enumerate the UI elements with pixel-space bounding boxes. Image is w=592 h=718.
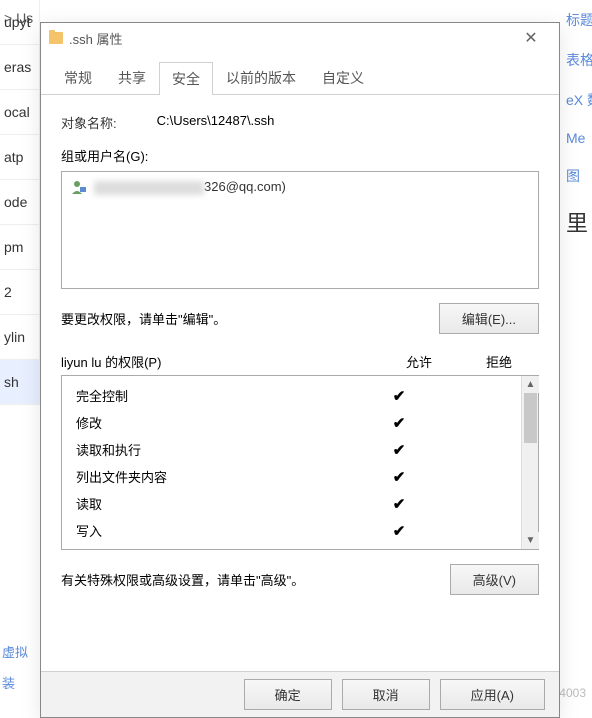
- dialog-title: .ssh 属性: [69, 29, 511, 48]
- permission-row: 修改: [70, 409, 513, 436]
- dialog-content: 对象名称: C:\Users\12487\.ssh 组或用户名(G): 326@…: [41, 95, 559, 613]
- permission-name: 读取: [70, 494, 361, 513]
- bg-right-item: 图: [564, 156, 592, 196]
- tab-安全[interactable]: 安全: [159, 62, 213, 95]
- permission-allow: [361, 387, 437, 405]
- permission-name: 读取和执行: [70, 440, 361, 459]
- user-icon: [70, 178, 88, 196]
- titlebar: .ssh 属性 ✕: [41, 23, 559, 53]
- edit-button[interactable]: 编辑(E)...: [439, 303, 539, 334]
- scroll-up-arrow[interactable]: ▲: [522, 376, 539, 393]
- permission-row: 写入: [70, 517, 513, 544]
- ok-button[interactable]: 确定: [244, 679, 332, 710]
- user-name: 326@qq.com): [94, 179, 286, 195]
- permission-name: 完全控制: [70, 386, 361, 405]
- bg-left-item: pm: [0, 225, 39, 270]
- permissions-list: 完全控制修改读取和执行列出文件夹内容读取写入 ▲ ▼: [61, 375, 539, 550]
- tab-共享[interactable]: 共享: [105, 61, 159, 94]
- advanced-hint: 有关特殊权限或高级设置，请单击"高级"。: [61, 570, 304, 589]
- permission-allow: [361, 414, 437, 432]
- bg-left-item: 2: [0, 270, 39, 315]
- permission-row: 读取和执行: [70, 436, 513, 463]
- permission-name: 写入: [70, 521, 361, 540]
- properties-dialog: .ssh 属性 ✕ 常规共享安全以前的版本自定义 对象名称: C:\Users\…: [40, 22, 560, 718]
- bg-right-item: 标题: [564, 0, 592, 40]
- permission-row: 读取: [70, 490, 513, 517]
- group-users-list[interactable]: 326@qq.com): [61, 171, 539, 289]
- permission-name: 修改: [70, 413, 361, 432]
- object-name-value: C:\Users\12487\.ssh: [157, 113, 275, 132]
- bg-right-item: eX 数: [564, 80, 592, 120]
- permissions-label: liyun lu 的权限(P): [61, 352, 379, 371]
- apply-button[interactable]: 应用(A): [440, 679, 545, 710]
- close-button[interactable]: ✕: [511, 28, 551, 48]
- permission-allow: [361, 468, 437, 486]
- tab-常规[interactable]: 常规: [51, 61, 105, 94]
- permission-allow: [361, 522, 437, 540]
- permission-row: 列出文件夹内容: [70, 463, 513, 490]
- background-right-list: 标题表格eX 数Me图里: [564, 0, 592, 248]
- scroll-thumb[interactable]: [524, 393, 537, 443]
- scrollbar[interactable]: ▲ ▼: [521, 376, 538, 549]
- permission-row: 完全控制: [70, 382, 513, 409]
- scroll-down-arrow[interactable]: ▼: [522, 532, 539, 549]
- bg-left-item: ode: [0, 180, 39, 225]
- bg-left-item: eras: [0, 45, 39, 90]
- bg-left-item: sh: [0, 360, 39, 405]
- object-name-label: 对象名称:: [61, 113, 117, 132]
- bg-right-item: 里: [564, 196, 592, 248]
- bg-right-item: 表格: [564, 40, 592, 80]
- permission-name: 列出文件夹内容: [70, 467, 361, 486]
- edit-hint: 要更改权限，请单击"编辑"。: [61, 309, 226, 328]
- advanced-button[interactable]: 高级(V): [450, 564, 539, 595]
- tab-自定义[interactable]: 自定义: [309, 61, 377, 94]
- redacted-text: [94, 181, 204, 195]
- background-bottom-left: 虚拟装: [0, 636, 30, 698]
- dialog-button-bar: 确定 取消 应用(A): [41, 671, 559, 717]
- bg-bottom-left-item: 虚拟: [0, 636, 30, 667]
- allow-column-header: 允许: [379, 352, 459, 371]
- folder-icon: [49, 32, 63, 44]
- deny-column-header: 拒绝: [459, 352, 539, 371]
- tab-bar: 常规共享安全以前的版本自定义: [41, 53, 559, 95]
- bg-bottom-left-item: 装: [0, 667, 30, 698]
- bg-left-item: ocal: [0, 90, 39, 135]
- group-users-label: 组或用户名(G):: [61, 146, 539, 165]
- bg-right-item: Me: [564, 120, 592, 156]
- tab-以前的版本[interactable]: 以前的版本: [213, 61, 309, 94]
- bg-left-item: atp: [0, 135, 39, 180]
- user-list-item[interactable]: 326@qq.com): [66, 176, 534, 198]
- permission-allow: [361, 441, 437, 459]
- bg-left-item: ylin: [0, 315, 39, 360]
- cancel-button[interactable]: 取消: [342, 679, 430, 710]
- bg-left-item: upyt: [0, 0, 39, 45]
- permission-allow: [361, 495, 437, 513]
- background-left-list: upyterasocalatpodepm2ylinsh: [0, 0, 40, 405]
